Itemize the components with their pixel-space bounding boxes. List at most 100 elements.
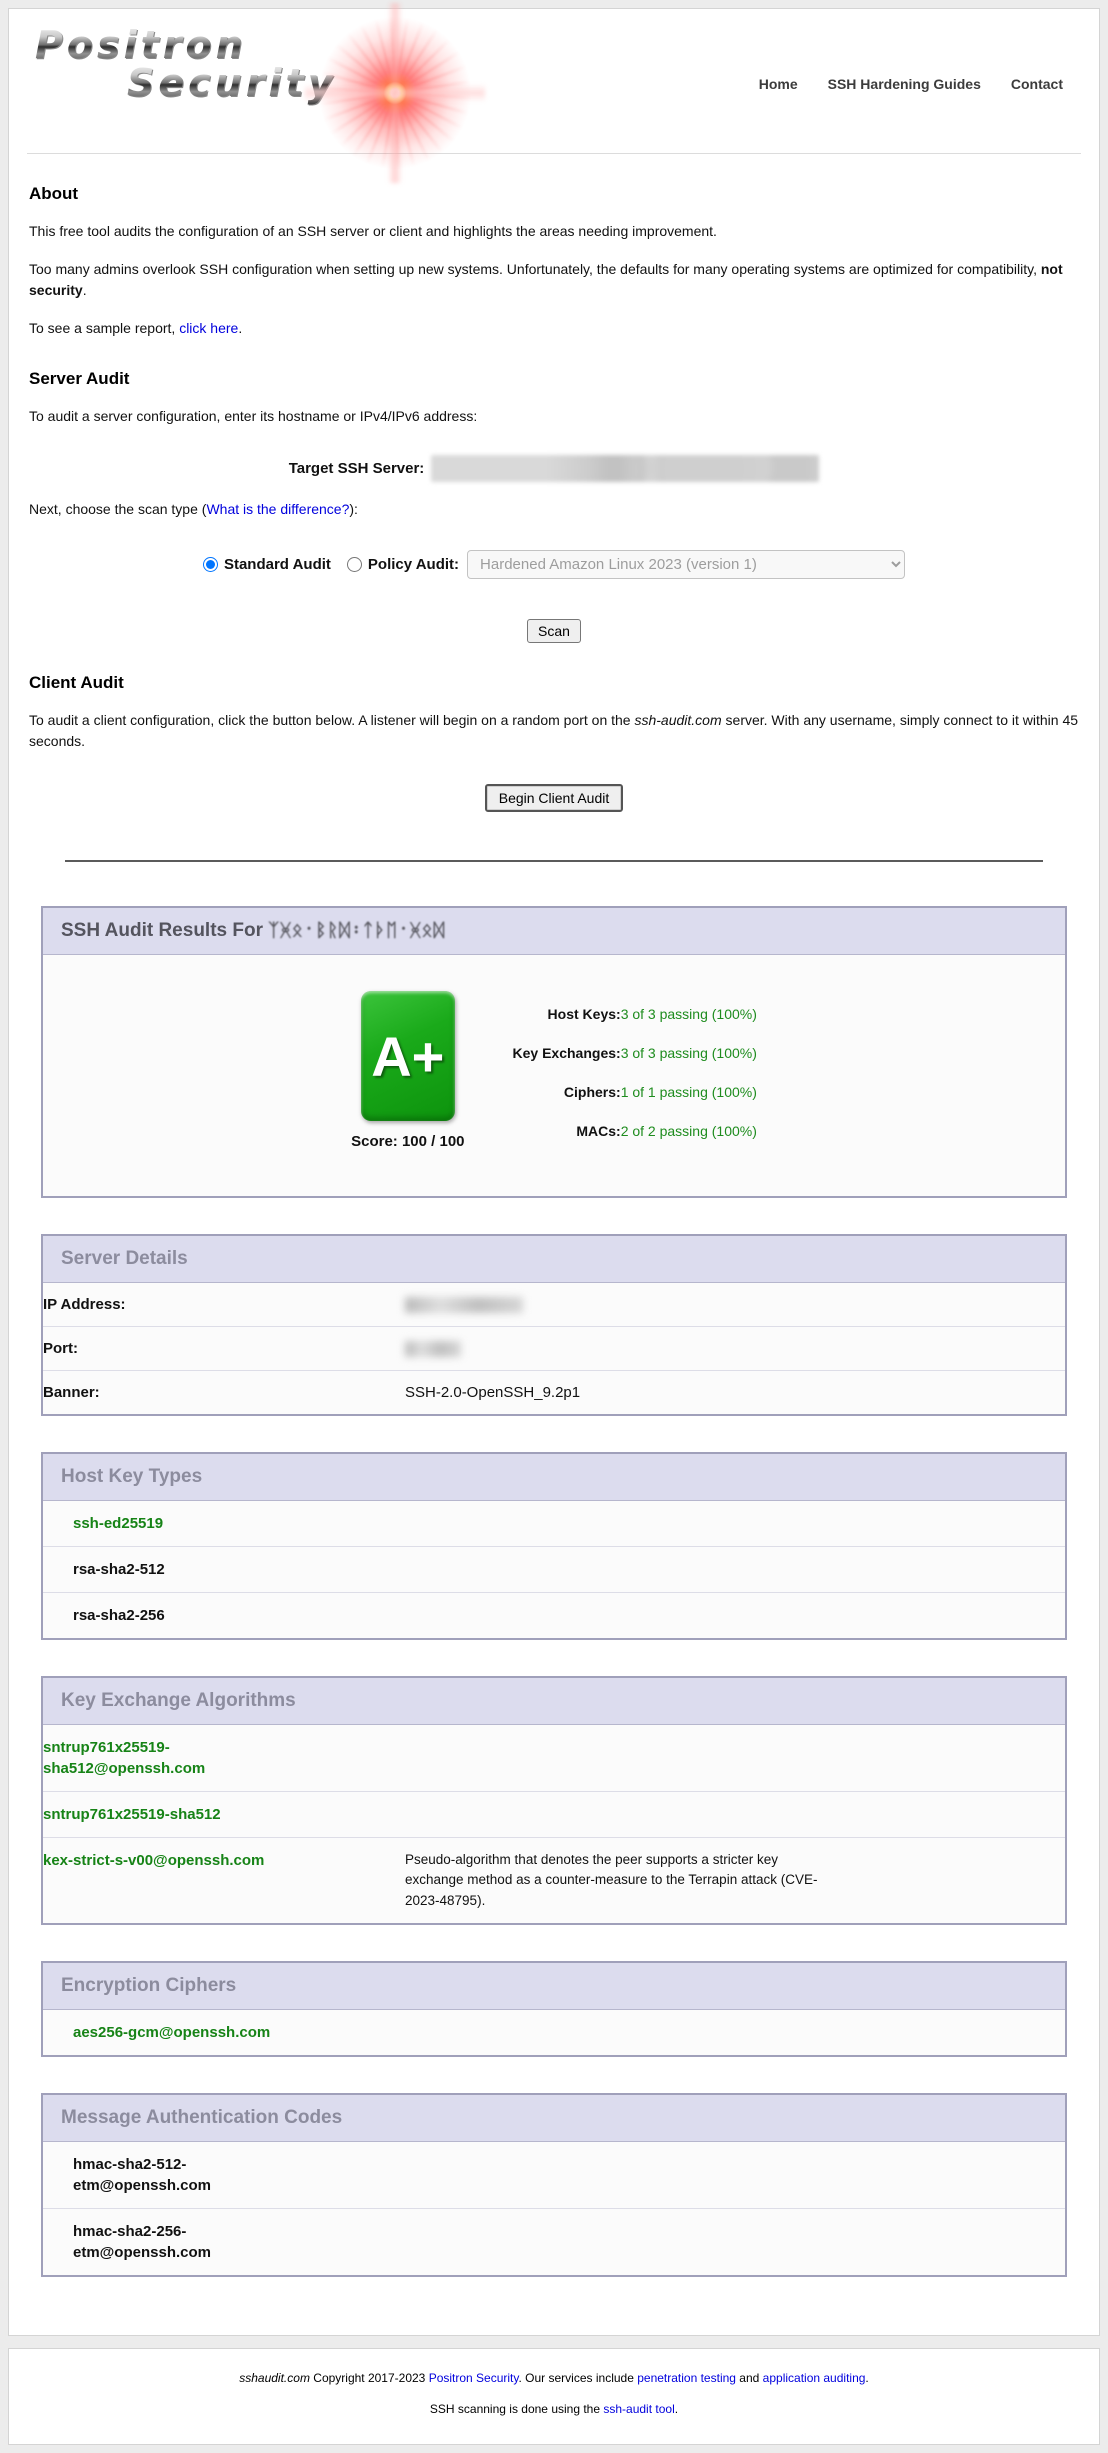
mac-list: hmac-sha2-512-etm@openssh.com hmac-sha2-… xyxy=(43,2142,1065,2275)
policy-select[interactable]: Hardened Amazon Linux 2023 (version 1) xyxy=(467,550,905,579)
detail-row: IP Address: xyxy=(43,1283,1065,1327)
macs-panel: Message Authentication Codes hmac-sha2-5… xyxy=(41,2093,1067,2277)
host-key-types-title: Host Key Types xyxy=(43,1454,1065,1501)
key-exchange-table: sntrup761x25519-sha512@openssh.com sntru… xyxy=(43,1725,1065,1923)
algorithm-note: Pseudo-algorithm that denotes the peer s… xyxy=(405,1838,837,1923)
nav-link[interactable]: SSH Hardening Guides xyxy=(828,76,981,92)
about-paragraph-1: This free tool audits the configuration … xyxy=(29,221,1079,242)
policy-audit-label: Policy Audit: xyxy=(368,556,459,573)
algorithm-name: aes256-gcm@openssh.com xyxy=(73,2022,270,2043)
nav-link[interactable]: Home xyxy=(759,76,798,92)
stat-label: Key Exchanges: xyxy=(513,1034,621,1073)
results-body: A+ Score: 100 / 100 Host Keys: 3 of 3 pa… xyxy=(43,955,1065,1196)
scan-type-end: ): xyxy=(349,501,358,517)
footer-text: and xyxy=(736,2371,763,2385)
positron-security-link[interactable]: Positron Security xyxy=(429,2371,519,2385)
ssh-audit-tool-link[interactable]: ssh-audit tool xyxy=(603,2402,674,2416)
footer-line-1: sshaudit.com Copyright 2017-2023 Positro… xyxy=(9,2371,1099,2385)
server-audit-intro: To audit a server configuration, enter i… xyxy=(29,406,1079,427)
nav-link[interactable]: Contact xyxy=(1011,76,1063,92)
client-audit-heading: Client Audit xyxy=(29,673,1079,693)
algorithm-row: aes256-gcm@openssh.com xyxy=(43,2010,1065,2055)
application-auditing-link[interactable]: application auditing xyxy=(763,2371,866,2385)
about-p3-end: . xyxy=(238,320,242,336)
stat-value: 1 of 1 passing (100%) xyxy=(621,1073,757,1112)
algorithm-name: rsa-sha2-256 xyxy=(73,1605,165,1626)
algorithm-name: hmac-sha2-256-etm@openssh.com xyxy=(73,2221,313,2263)
server-details-title: Server Details xyxy=(43,1236,1065,1283)
server-details-panel: Server Details IP Address: Port: Banner:… xyxy=(41,1234,1067,1416)
header-divider xyxy=(27,153,1081,154)
results-stats: Host Keys: 3 of 3 passing (100%) Key Exc… xyxy=(513,995,757,1150)
stat-label: Ciphers: xyxy=(513,1073,621,1112)
footer-line-2: SSH scanning is done using the ssh-audit… xyxy=(9,2402,1099,2416)
footer-text: Copyright 2017-2023 xyxy=(310,2371,429,2385)
algorithm-note xyxy=(405,1725,837,1792)
key-exchange-title: Key Exchange Algorithms xyxy=(43,1678,1065,1725)
site-header: Positron Security Home SSH Hardening Guid… xyxy=(9,9,1099,143)
footer-text: . xyxy=(865,2371,868,2385)
host-key-list: ssh-ed25519 rsa-sha2-512 rsa-sha2-256 xyxy=(43,1501,1065,1638)
algorithm-note xyxy=(405,1792,837,1838)
footer: sshaudit.com Copyright 2017-2023 Positro… xyxy=(8,2348,1100,2445)
about-heading: About xyxy=(29,184,1079,204)
spacer-cell xyxy=(837,1838,1065,1923)
target-server-label: Target SSH Server: xyxy=(289,460,425,477)
scan-button-row: Scan xyxy=(29,619,1079,643)
detail-label: IP Address: xyxy=(43,1283,405,1327)
redacted-value xyxy=(405,1297,523,1313)
stat-row: Ciphers: 1 of 1 passing (100%) xyxy=(513,1073,757,1112)
main-nav: Home SSH Hardening Guides Contact xyxy=(759,76,1063,92)
stat-value: 2 of 2 passing (100%) xyxy=(621,1111,757,1150)
detail-row: Port: xyxy=(43,1327,1065,1371)
sample-report-link[interactable]: click here xyxy=(179,320,238,336)
target-server-row: Target SSH Server: xyxy=(29,455,1079,482)
scan-button[interactable]: Scan xyxy=(527,619,581,643)
positron-security-logo: Positron Security xyxy=(35,25,505,143)
algorithm-name: kex-strict-s-v00@openssh.com xyxy=(43,1850,264,1871)
detail-value-cell xyxy=(405,1327,1065,1371)
redacted-value xyxy=(405,1341,461,1357)
algorithm-name: ssh-ed25519 xyxy=(73,1513,163,1534)
algorithm-name-cell: kex-strict-s-v00@openssh.com xyxy=(43,1838,405,1923)
client-audit-domain: ssh-audit.com xyxy=(634,712,721,728)
standard-audit-radio[interactable] xyxy=(203,557,218,572)
detail-value: SSH-2.0-OpenSSH_9.2p1 xyxy=(405,1384,580,1401)
host-key-types-panel: Host Key Types ssh-ed25519 rsa-sha2-512 … xyxy=(41,1452,1067,1640)
spacer-cell xyxy=(837,1792,1065,1838)
scan-type-options: Standard Audit Policy Audit: Hardened Am… xyxy=(29,550,1079,579)
detail-value-cell xyxy=(405,1283,1065,1327)
score-label: Score: 100 / 100 xyxy=(351,1133,464,1150)
detail-row: Banner: SSH-2.0-OpenSSH_9.2p1 xyxy=(43,1371,1065,1415)
begin-client-audit-button[interactable]: Begin Client Audit xyxy=(485,784,624,812)
page-content: About This free tool audits the configur… xyxy=(9,184,1099,812)
policy-audit-radio[interactable] xyxy=(347,557,362,572)
algorithm-row: kex-strict-s-v00@openssh.com Pseudo-algo… xyxy=(43,1838,1065,1923)
penetration-testing-link[interactable]: penetration testing xyxy=(637,2371,736,2385)
about-paragraph-2: Too many admins overlook SSH configurati… xyxy=(29,259,1079,301)
algorithm-name: sntrup761x25519-sha512@openssh.com xyxy=(43,1737,283,1779)
algorithm-name: sntrup761x25519-sha512 xyxy=(43,1804,221,1825)
footer-text: . Our services include xyxy=(519,2371,638,2385)
key-exchange-panel: Key Exchange Algorithms sntrup761x25519-… xyxy=(41,1676,1067,1925)
client-audit-text: To audit a client configuration, click t… xyxy=(29,712,634,728)
results-panel-title: SSH Audit Results For ᛉᚸᛟ᛫ᛒᚱᛞ᛬ᛏᚦᛖ᛫ᚸᛟᛞ xyxy=(43,908,1065,955)
about-paragraph-3: To see a sample report, click here. xyxy=(29,318,1079,339)
algorithm-name-cell: sntrup761x25519-sha512 xyxy=(43,1792,405,1838)
stat-row: Key Exchanges: 3 of 3 passing (100%) xyxy=(513,1034,757,1073)
target-server-input[interactable] xyxy=(431,455,819,482)
footer-text: SSH scanning is done using the xyxy=(430,2402,603,2416)
server-details-table: IP Address: Port: Banner: SSH-2.0-OpenSS… xyxy=(43,1283,1065,1414)
grade-block: A+ Score: 100 / 100 xyxy=(351,991,464,1150)
detail-value-cell: SSH-2.0-OpenSSH_9.2p1 xyxy=(405,1371,1065,1415)
macs-title: Message Authentication Codes xyxy=(43,2095,1065,2142)
client-audit-button-row: Begin Client Audit xyxy=(29,784,1079,812)
algorithm-name: hmac-sha2-512-etm@openssh.com xyxy=(73,2154,313,2196)
grade-badge: A+ xyxy=(361,991,455,1121)
scan-type-difference-link[interactable]: What is the difference? xyxy=(206,501,349,517)
algorithm-row: hmac-sha2-256-etm@openssh.com xyxy=(43,2208,1065,2275)
logo-text-line2: Security xyxy=(127,63,336,105)
about-p3-text: To see a sample report, xyxy=(29,320,179,336)
stat-row: Host Keys: 3 of 3 passing (100%) xyxy=(513,995,757,1034)
algorithm-row: rsa-sha2-256 xyxy=(43,1592,1065,1638)
